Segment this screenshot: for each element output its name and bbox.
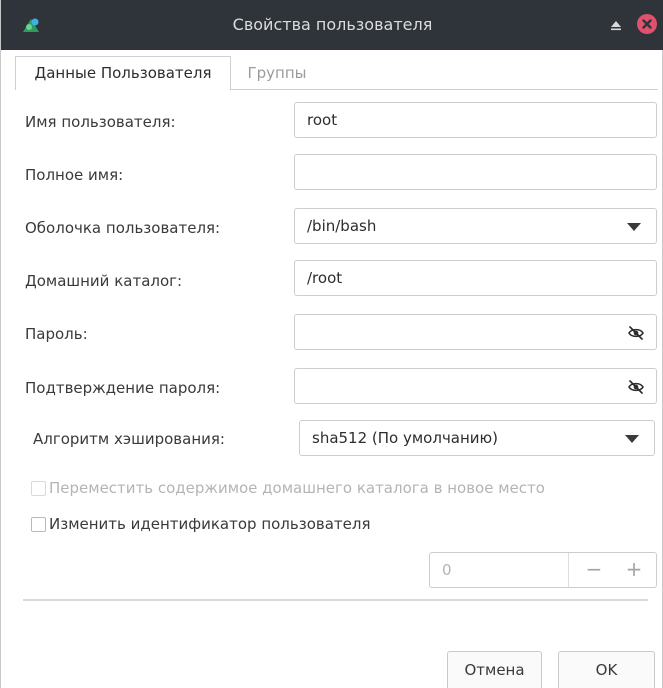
hash-algorithm-dropdown[interactable]: sha512 (По умолчанию) (299, 420, 655, 456)
tab-divider (231, 89, 658, 90)
close-icon[interactable] (637, 14, 657, 34)
chevron-down-icon (627, 223, 641, 231)
change-uid-checkbox[interactable] (31, 517, 46, 532)
change-uid-label: Изменить идентификатор пользователя (49, 515, 371, 533)
shell-dropdown[interactable]: /bin/bash (294, 208, 657, 244)
shell-value: /bin/bash (307, 217, 377, 235)
shell-label: Оболочка пользователя: (25, 219, 221, 237)
password-confirm-label: Подтверждение пароля: (25, 379, 221, 397)
fullname-field[interactable] (294, 154, 657, 190)
password-label: Пароль: (25, 325, 88, 343)
tab-bar: Данные Пользователя Группы (1, 50, 663, 90)
fullname-label: Полное имя: (25, 166, 124, 184)
chevron-down-icon (625, 435, 639, 443)
username-value: root (307, 111, 338, 129)
decrement-button[interactable]: − (583, 557, 605, 581)
cancel-button[interactable]: Отмена (447, 651, 542, 688)
uid-value[interactable]: 0 (442, 561, 452, 579)
tab-groups[interactable]: Группы (231, 56, 323, 90)
home-dir-value: /root (307, 269, 343, 287)
home-dir-label: Домашний каталог: (25, 272, 183, 290)
home-dir-field[interactable]: /root (294, 260, 657, 296)
username-label: Имя пользователя: (25, 113, 176, 131)
move-home-checkbox[interactable] (31, 481, 46, 496)
hash-algorithm-label: Алгоритм хэширования: (33, 430, 225, 448)
spin-separator (568, 553, 569, 587)
move-home-label: Переместить содержимое домашнего каталог… (49, 479, 545, 497)
title-bar[interactable]: Свойства пользователя (1, 0, 663, 50)
tab-user-data[interactable]: Данные Пользователя (15, 56, 231, 90)
increment-button[interactable]: + (623, 557, 645, 581)
username-field[interactable]: root (294, 102, 657, 138)
user-properties-dialog: Свойства пользователя Данные Пользовател… (0, 0, 663, 688)
hash-algorithm-value: sha512 (По умолчанию) (312, 429, 499, 447)
divider (23, 599, 648, 601)
roll-up-icon[interactable] (607, 16, 625, 34)
eye-off-icon[interactable] (627, 378, 645, 396)
window-title: Свойства пользователя (232, 15, 433, 34)
uid-spinbox[interactable]: 0 − + (429, 552, 657, 588)
password-field[interactable] (294, 314, 657, 350)
eye-off-icon[interactable] (627, 324, 645, 342)
ok-button[interactable]: OK (558, 651, 655, 688)
password-confirm-field[interactable] (294, 368, 657, 404)
